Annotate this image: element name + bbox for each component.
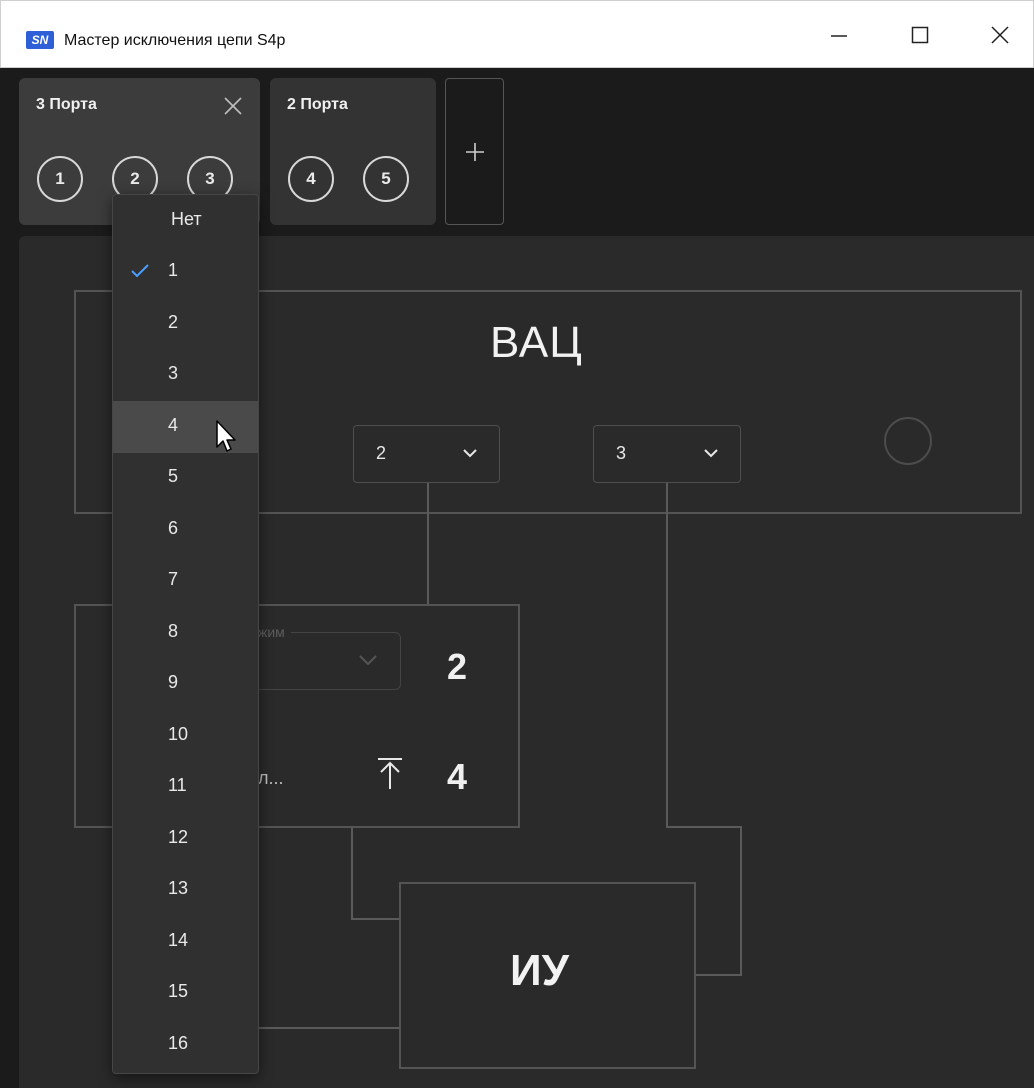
vna-port-select[interactable]: 3	[593, 425, 741, 483]
maximize-icon	[911, 26, 929, 44]
port-circle[interactable]: 4	[288, 156, 334, 202]
dut-label: ИУ	[510, 946, 569, 995]
dropdown-item-label: 4	[168, 415, 179, 435]
mouse-cursor-icon	[216, 420, 236, 452]
dropdown-item-label: 2	[168, 312, 179, 332]
dropdown-item-label: 5	[168, 466, 179, 486]
vna-port-select[interactable]: 2	[353, 425, 500, 483]
fixture-port-top: 2	[447, 646, 468, 687]
connector-line	[240, 1027, 401, 1029]
connector-line	[666, 483, 668, 828]
select-value: 2	[376, 443, 387, 463]
upload-icon[interactable]	[376, 757, 404, 791]
checkmark-icon	[131, 264, 149, 278]
close-window-button[interactable]	[967, 1, 1033, 69]
dropdown-item-label: 1	[168, 260, 179, 280]
app-logo-icon: SN	[26, 31, 54, 49]
minimize-button[interactable]	[806, 1, 872, 69]
dropdown-item[interactable]: 5	[113, 452, 258, 504]
window-title: Мастер исключения цепи S4p	[64, 32, 286, 49]
connector-line	[694, 974, 742, 976]
dropdown-item[interactable]: 7	[113, 555, 258, 607]
dropdown-item-label: 9	[168, 672, 179, 692]
dropdown-item[interactable]: 11	[113, 761, 258, 813]
dropdown-item[interactable]: 10	[113, 710, 258, 762]
dropdown-item[interactable]: 15	[113, 967, 258, 1019]
dropdown-item[interactable]: 16	[113, 1019, 258, 1071]
dropdown-item[interactable]: 3	[113, 349, 258, 401]
tab-title: 2 Порта	[287, 96, 348, 113]
tab-title: 3 Порта	[36, 96, 97, 113]
connector-line	[351, 827, 353, 920]
vna-label: ВАЦ	[490, 318, 583, 367]
chevron-down-icon	[359, 655, 377, 666]
dropdown-item[interactable]: 1	[113, 246, 258, 298]
dropdown-item-label: 13	[168, 878, 189, 898]
dropdown-item[interactable]: 2	[113, 298, 258, 350]
plus-icon	[465, 142, 484, 161]
dropdown-item-label: 8	[168, 621, 179, 641]
connector-line	[427, 483, 429, 605]
add-tab-button[interactable]	[445, 78, 504, 225]
dropdown-item-label: 10	[168, 724, 189, 744]
window-title-bar: SN Мастер исключения цепи S4p	[0, 0, 1034, 68]
fixture-port-bottom: 4	[447, 756, 468, 797]
connector-line	[351, 918, 401, 920]
dropdown-item[interactable]: 6	[113, 504, 258, 556]
fixture-file-name: л...	[258, 768, 284, 788]
dropdown-item[interactable]: 14	[113, 916, 258, 968]
tab-close-button[interactable]	[222, 95, 244, 117]
dropdown-item-label: 12	[168, 827, 189, 847]
close-icon	[991, 26, 1009, 44]
port-circle[interactable]: 1	[37, 156, 83, 202]
dropdown-item[interactable]: 8	[113, 607, 258, 659]
dropdown-item[interactable]: 12	[113, 813, 258, 865]
dropdown-item-label: 6	[168, 518, 179, 538]
dropdown-item[interactable]: 13	[113, 864, 258, 916]
tab-2-ports[interactable]: 2 Порта 4 5	[270, 78, 436, 225]
dropdown-item[interactable]: 9	[113, 658, 258, 710]
close-icon	[224, 97, 242, 115]
dropdown-item-label: 14	[168, 930, 189, 950]
port-indicator	[884, 417, 932, 465]
dropdown-item-label: 3	[168, 363, 179, 383]
port-circle[interactable]: 5	[363, 156, 409, 202]
chevron-down-icon	[463, 449, 477, 458]
connector-line	[666, 826, 742, 828]
dropdown-item-label: 15	[168, 981, 189, 1001]
dropdown-item[interactable]: Нет	[113, 195, 258, 247]
dropdown-item-label: 11	[168, 775, 187, 795]
connector-line	[740, 826, 742, 976]
maximize-button[interactable]	[887, 1, 953, 69]
select-value: 3	[616, 443, 627, 463]
dropdown-item-label: 7	[168, 569, 179, 589]
dropdown-item-label: Нет	[171, 209, 202, 229]
dropdown-item-label: 16	[168, 1033, 189, 1053]
chevron-down-icon	[704, 449, 718, 458]
minimize-icon	[831, 35, 847, 37]
port-dropdown-list: Нет 1 2 3 4 5 6 7 8 9 10 11 12 13 14 15 …	[112, 194, 259, 1074]
